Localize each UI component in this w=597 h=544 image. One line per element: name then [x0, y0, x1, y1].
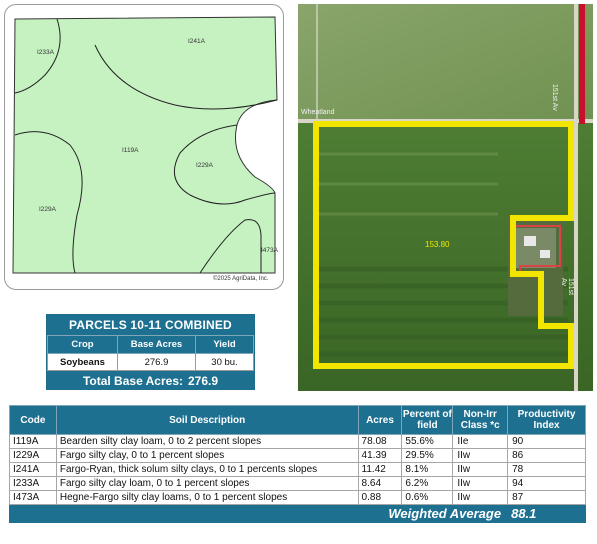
- parcel-crop: Soybeans: [47, 353, 118, 371]
- parcel-title: PARCELS 10-11 COMBINED: [47, 315, 254, 335]
- cell-acres: 0.88: [357, 490, 403, 505]
- header-soil-description: Soil Description: [55, 405, 359, 435]
- road-label-wheatland: Wheatland: [301, 109, 335, 116]
- table-row: I119A Bearden silty clay loam, 0 to 2 pe…: [9, 434, 586, 449]
- cell-index: 78: [507, 462, 586, 477]
- cell-percent: 29.5%: [401, 448, 454, 463]
- cell-class: IIw: [452, 448, 509, 463]
- road-label-151st-mid: 151st Av: [560, 278, 574, 296]
- cell-class: IIw: [452, 462, 509, 477]
- road-label-151st-top: 151st Av: [551, 84, 558, 111]
- cell-code: I233A: [9, 476, 57, 491]
- weighted-average-row: Weighted Average 88.1: [8, 504, 586, 523]
- header-acres: Acres: [357, 405, 403, 435]
- soil-label: I229A: [196, 162, 213, 169]
- parcel-header-crop: Crop: [47, 335, 118, 354]
- table-row: Soybeans 276.9 30 bu.: [47, 353, 254, 371]
- cell-class: IIw: [452, 490, 509, 505]
- aerial-graphic: [298, 4, 593, 391]
- weighted-average-label: Weighted Average: [8, 504, 509, 523]
- cell-percent: 55.6%: [401, 434, 454, 449]
- header-code: Code: [9, 405, 57, 435]
- cell-index: 94: [507, 476, 586, 491]
- cell-description: Hegne-Fargo silty clay loams, 0 to 1 per…: [55, 490, 359, 505]
- soil-table: Code Soil Description Acres Percent of f…: [8, 405, 586, 523]
- total-value: 276.9: [188, 373, 219, 388]
- parcel-total: Total Base Acres: 276.9: [47, 371, 254, 390]
- parcel-header-yield: Yield: [195, 335, 254, 354]
- header-productivity-index: Productivity Index: [507, 405, 586, 435]
- parcel-yield: 30 bu.: [195, 353, 254, 371]
- soil-label: I241A: [188, 38, 205, 45]
- cell-acres: 41.39: [357, 448, 403, 463]
- cell-percent: 6.2%: [401, 476, 454, 491]
- cell-class: IIw: [452, 476, 509, 491]
- cell-acres: 11.42: [357, 462, 403, 477]
- parcel-base-acres: 276.9: [117, 353, 196, 371]
- cell-class: IIe: [452, 434, 509, 449]
- cell-description: Fargo-Ryan, thick solum silty clays, 0 t…: [55, 462, 359, 477]
- total-label: Total Base Acres:: [82, 373, 183, 388]
- soil-label: I229A: [39, 206, 56, 213]
- header-percent-of-field: Percent of field: [401, 405, 454, 435]
- table-row: I229A Fargo silty clay, 0 to 1 percent s…: [9, 448, 586, 463]
- header-non-irr-class: Non-Irr Class *c: [452, 405, 509, 435]
- soil-map: I233A I241A I119A I229A I229A I473A ©202…: [4, 4, 284, 290]
- table-row: I233A Fargo silty clay loam, 0 to 1 perc…: [9, 476, 586, 491]
- soil-label: I473A: [261, 247, 278, 254]
- cell-description: Fargo silty clay, 0 to 1 percent slopes: [55, 448, 359, 463]
- cell-index: 86: [507, 448, 586, 463]
- soil-label: I233A: [37, 49, 54, 56]
- cell-acres: 78.08: [357, 434, 403, 449]
- cell-percent: 8.1%: [401, 462, 454, 477]
- soil-label: I119A: [122, 147, 139, 154]
- cell-code: I241A: [9, 462, 57, 477]
- table-row: I241A Fargo-Ryan, thick solum silty clay…: [9, 462, 586, 477]
- soil-map-graphic: [12, 16, 278, 274]
- cell-code: I119A: [9, 434, 57, 449]
- copyright-text: ©2025 AgriData, Inc.: [213, 276, 269, 282]
- table-row: I473A Hegne-Fargo silty clay loams, 0 to…: [9, 490, 586, 505]
- cell-code: I229A: [9, 448, 57, 463]
- cell-index: 90: [507, 434, 586, 449]
- parcel-table: Crop Base Acres Yield Soybeans 276.9 30 …: [47, 335, 254, 371]
- cell-code: I473A: [9, 490, 57, 505]
- parcel-header-base-acres: Base Acres: [117, 335, 196, 354]
- cell-description: Fargo silty clay loam, 0 to 1 percent sl…: [55, 476, 359, 491]
- aerial-photo: Wheatland 151st Av 151st Av 153.80: [298, 4, 593, 391]
- field-acres-label: 153.80: [425, 240, 450, 249]
- cell-percent: 0.6%: [401, 490, 454, 505]
- cell-acres: 8.64: [357, 476, 403, 491]
- weighted-average-value: 88.1: [507, 504, 586, 523]
- cell-description: Bearden silty clay loam, 0 to 2 percent …: [55, 434, 359, 449]
- parcel-summary: PARCELS 10-11 COMBINED Crop Base Acres Y…: [46, 314, 255, 390]
- cell-index: 87: [507, 490, 586, 505]
